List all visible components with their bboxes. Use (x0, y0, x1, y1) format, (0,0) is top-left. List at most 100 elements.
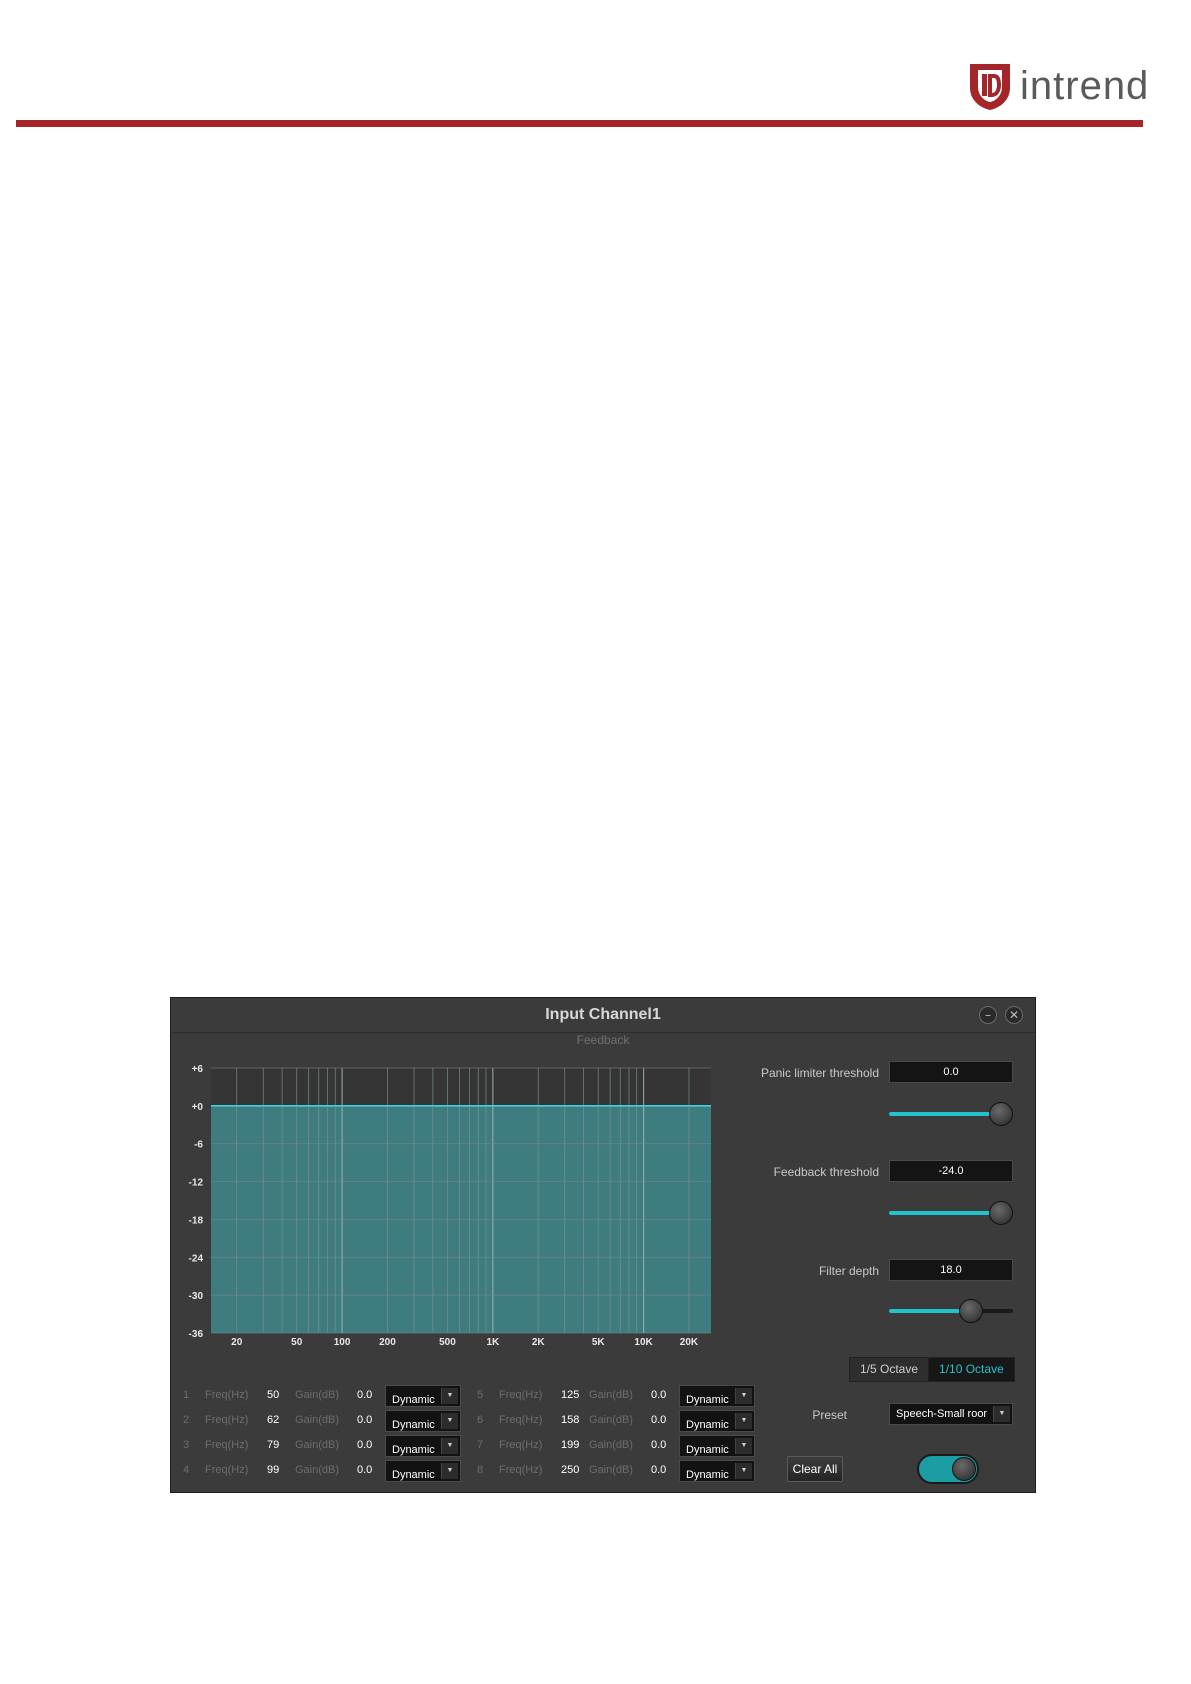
freq-value[interactable]: 79 (267, 1439, 279, 1451)
gain-value[interactable]: 0.0 (651, 1464, 666, 1476)
brand-logo: intrend (968, 62, 1152, 114)
gain-value[interactable]: 0.0 (651, 1439, 666, 1451)
freq-label: Freq(Hz) (499, 1464, 543, 1476)
y-tick-label: -24 (189, 1253, 204, 1264)
chevron-down-icon: ▼ (735, 1438, 752, 1454)
band-row: 7 Freq(Hz) 199 Gain(dB) 0.0 Dynamic ▼ (477, 1435, 757, 1457)
freq-value[interactable]: 125 (561, 1389, 579, 1401)
band-mode-select[interactable]: Dynamic ▼ (385, 1385, 461, 1407)
freq-value[interactable]: 158 (561, 1414, 579, 1426)
band-mode-select[interactable]: Dynamic ▼ (385, 1460, 461, 1482)
freq-label: Freq(Hz) (205, 1389, 249, 1401)
x-tick-label: 50 (291, 1337, 303, 1348)
freq-value[interactable]: 62 (267, 1414, 279, 1426)
octave-tenth-button[interactable]: 1/10 Octave (929, 1358, 1014, 1381)
chevron-down-icon: ▼ (441, 1413, 458, 1429)
freq-value[interactable]: 199 (561, 1439, 579, 1451)
x-tick-label: 1K (486, 1337, 500, 1348)
preset-select[interactable]: Speech-Small roor ▼ (889, 1403, 1013, 1425)
y-tick-label: -36 (189, 1329, 204, 1340)
gain-value[interactable]: 0.0 (651, 1389, 666, 1401)
freq-label: Freq(Hz) (205, 1414, 249, 1426)
band-mode-select[interactable]: Dynamic ▼ (679, 1460, 755, 1482)
y-tick-label: +6 (192, 1064, 204, 1075)
feedback-eq-graph[interactable]: +6 +0 -6 -12 -18 -24 -30 -36 20 50 100 200 500 1K 2K 5K… (171, 1058, 771, 1358)
band-mode-value: Dynamic (392, 1394, 435, 1406)
band-row: 3 Freq(Hz) 79 Gain(dB) 0.0 Dynamic ▼ (183, 1435, 463, 1457)
x-tick-label: 20K (680, 1337, 699, 1348)
panic-limiter-input[interactable]: 0.0 (889, 1061, 1013, 1083)
feedback-threshold-slider[interactable] (889, 1200, 1013, 1226)
gain-label: Gain(dB) (295, 1464, 340, 1476)
input-channel-window: Input Channel1 – ✕ Feedback +6 +0 -6 -12 -18… (170, 997, 1036, 1493)
y-tick-label: -12 (189, 1178, 204, 1189)
gain-label: Gain(dB) (589, 1389, 634, 1401)
y-tick-label: +0 (192, 1102, 204, 1113)
window-title: Input Channel1 (545, 1006, 661, 1023)
filter-depth-slider[interactable] (889, 1298, 1013, 1324)
freq-label: Freq(Hz) (499, 1389, 543, 1401)
clear-all-button[interactable]: Clear All (787, 1456, 843, 1482)
band-mode-value: Dynamic (392, 1444, 435, 1456)
toggle-knob (952, 1457, 976, 1481)
slider-knob[interactable] (959, 1299, 983, 1323)
band-index: 6 (477, 1414, 484, 1426)
slider-knob[interactable] (989, 1201, 1013, 1225)
chevron-down-icon: ▼ (441, 1463, 458, 1479)
band-mode-value: Dynamic (392, 1469, 435, 1481)
close-icon[interactable]: ✕ (1005, 1006, 1023, 1024)
band-mode-select[interactable]: Dynamic ▼ (679, 1435, 755, 1457)
y-tick-label: -6 (194, 1140, 203, 1151)
freq-label: Freq(Hz) (499, 1439, 543, 1451)
feedback-threshold-label: Feedback threshold (773, 1165, 879, 1179)
gain-value[interactable]: 0.0 (357, 1389, 372, 1401)
feedback-threshold-input[interactable]: -24.0 (889, 1160, 1013, 1182)
band-mode-select[interactable]: Dynamic ▼ (385, 1410, 461, 1432)
chevron-down-icon: ▼ (441, 1438, 458, 1454)
band-mode-value: Dynamic (392, 1419, 435, 1431)
chevron-down-icon: ▼ (441, 1388, 458, 1404)
band-row: 1 Freq(Hz) 50 Gain(dB) 0.0 Dynamic ▼ (183, 1385, 463, 1407)
header-rule (16, 120, 1143, 127)
band-index: 8 (477, 1464, 484, 1476)
enable-toggle[interactable] (917, 1454, 979, 1484)
x-tick-label: 100 (334, 1337, 351, 1348)
band-row: 2 Freq(Hz) 62 Gain(dB) 0.0 Dynamic ▼ (183, 1410, 463, 1432)
freq-value[interactable]: 250 (561, 1464, 579, 1476)
x-tick-label: 20 (231, 1337, 243, 1348)
filter-depth-label: Filter depth (818, 1264, 879, 1278)
band-mode-value: Dynamic (686, 1394, 729, 1406)
band-index: 4 (183, 1464, 190, 1476)
x-tick-label: 200 (379, 1337, 396, 1348)
x-tick-label: 500 (439, 1337, 456, 1348)
octave-fifth-button[interactable]: 1/5 Octave (850, 1358, 930, 1381)
gain-value[interactable]: 0.0 (357, 1414, 372, 1426)
freq-value[interactable]: 50 (267, 1389, 279, 1401)
gain-value[interactable]: 0.0 (651, 1414, 666, 1426)
band-row: 6 Freq(Hz) 158 Gain(dB) 0.0 Dynamic ▼ (477, 1410, 757, 1432)
minimize-icon[interactable]: – (979, 1006, 997, 1024)
freq-value[interactable]: 99 (267, 1464, 279, 1476)
y-tick-label: -18 (189, 1215, 204, 1226)
panic-limiter-slider[interactable] (889, 1101, 1013, 1127)
chevron-down-icon: ▼ (735, 1388, 752, 1404)
octave-toggle-group: 1/5 Octave 1/10 Octave (849, 1357, 1015, 1382)
slider-fill (889, 1112, 1001, 1116)
logo-shield-icon (970, 64, 1010, 110)
filter-depth-input[interactable]: 18.0 (889, 1259, 1013, 1281)
band-mode-select[interactable]: Dynamic ▼ (679, 1385, 755, 1407)
band-mode-value: Dynamic (686, 1444, 729, 1456)
band-row: 8 Freq(Hz) 250 Gain(dB) 0.0 Dynamic ▼ (477, 1460, 757, 1482)
gain-value[interactable]: 0.0 (357, 1439, 372, 1451)
band-mode-select[interactable]: Dynamic ▼ (385, 1435, 461, 1457)
slider-knob[interactable] (989, 1102, 1013, 1126)
freq-label: Freq(Hz) (205, 1464, 249, 1476)
section-label: Feedback (576, 1033, 630, 1047)
gain-value[interactable]: 0.0 (357, 1464, 372, 1476)
band-mode-select[interactable]: Dynamic ▼ (679, 1410, 755, 1432)
x-tick-label: 2K (532, 1337, 546, 1348)
chevron-down-icon: ▼ (993, 1406, 1010, 1422)
brand-name: intrend (1020, 64, 1150, 108)
band-index: 5 (477, 1389, 484, 1401)
freq-label: Freq(Hz) (205, 1439, 249, 1451)
